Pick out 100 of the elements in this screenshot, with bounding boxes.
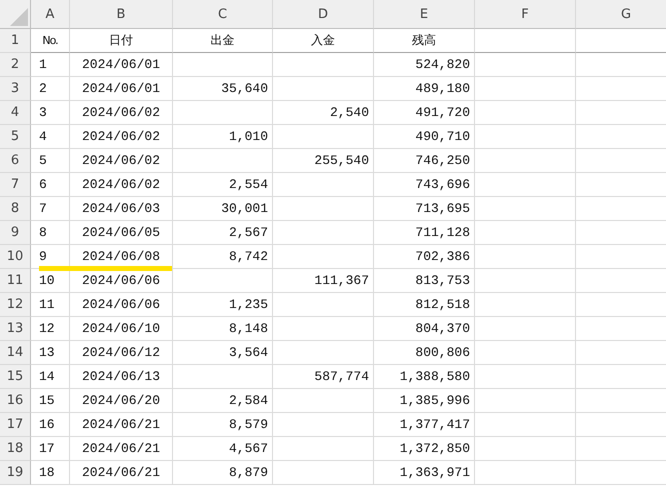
row-header[interactable]: 14	[0, 341, 31, 365]
row-header[interactable]: 15	[0, 365, 31, 389]
table-cell: 5	[39, 153, 47, 168]
table-cell: 111,367	[314, 273, 369, 288]
table-cell: 2024/06/02	[82, 153, 160, 168]
table-cell: 3,564	[228, 345, 268, 360]
table-cell: 14	[39, 369, 55, 384]
row-header[interactable]: 1	[0, 29, 31, 53]
table-cell: 2024/06/21	[82, 441, 160, 456]
table-cell: 711,128	[415, 225, 470, 240]
table-cell: 1,010	[228, 129, 268, 144]
row-header[interactable]: 16	[0, 389, 31, 413]
table-cell: 8,148	[228, 321, 268, 336]
table-cell: 35,640	[221, 81, 268, 96]
table-cell: 2024/06/10	[82, 321, 160, 336]
row-header[interactable]: 13	[0, 317, 31, 341]
table-cell: No.	[42, 34, 58, 47]
column-header[interactable]: G	[576, 0, 666, 29]
table-cell: 出金	[210, 32, 234, 49]
row-header[interactable]: 8	[0, 197, 31, 221]
table-cell: 2024/06/13	[82, 369, 160, 384]
table-cell: 16	[39, 417, 55, 432]
table-cell: 7	[39, 201, 47, 216]
table-cell: 1,377,417	[400, 417, 470, 432]
table-cell: 2024/06/08	[82, 249, 160, 264]
column-header[interactable]: A	[31, 0, 70, 29]
table-cell: 524,820	[415, 57, 470, 72]
table-cell: 9	[39, 249, 47, 264]
table-cell: 2024/06/05	[82, 225, 160, 240]
row-header[interactable]: 11	[0, 269, 31, 293]
table-cell: 813,753	[415, 273, 470, 288]
table-cell: 8	[39, 225, 47, 240]
table-cell: 491,720	[415, 105, 470, 120]
table-cell: 743,696	[415, 177, 470, 192]
row-header[interactable]: 12	[0, 293, 31, 317]
table-cell: 490,710	[415, 129, 470, 144]
table-cell: 4,567	[228, 441, 268, 456]
column-header[interactable]: C	[173, 0, 273, 29]
table-cell: 2,584	[228, 393, 268, 408]
table-cell: 8,879	[228, 465, 268, 480]
table-cell: 18	[39, 465, 55, 480]
table-cell: 2024/06/01	[82, 57, 160, 72]
table-cell: 13	[39, 345, 55, 360]
table-cell: 8,579	[228, 417, 268, 432]
table-cell: 2024/06/01	[82, 81, 160, 96]
table-cell: 6	[39, 177, 47, 192]
row-header[interactable]: 18	[0, 437, 31, 461]
table-cell: 2024/06/03	[82, 201, 160, 216]
column-header[interactable]: E	[374, 0, 475, 29]
row-header[interactable]: 3	[0, 77, 31, 101]
row-header[interactable]: 5	[0, 125, 31, 149]
table-cell: 2024/06/02	[82, 105, 160, 120]
table-cell: 10	[39, 273, 55, 288]
table-cell: 日付	[109, 32, 133, 49]
column-header[interactable]: F	[475, 0, 576, 29]
table-cell: 残高	[412, 32, 436, 49]
table-cell: 587,774	[314, 369, 369, 384]
table-cell: 713,695	[415, 201, 470, 216]
row-header[interactable]: 19	[0, 461, 31, 485]
table-cell: 1,385,996	[400, 393, 470, 408]
table-cell: 702,386	[415, 249, 470, 264]
table-cell: 12	[39, 321, 55, 336]
table-cell: 2024/06/12	[82, 345, 160, 360]
table-cell: 489,180	[415, 81, 470, 96]
table-cell: 746,250	[415, 153, 470, 168]
table-cell: 1,363,971	[400, 465, 470, 480]
table-cell: 1,388,580	[400, 369, 470, 384]
table-cell: 2024/06/06	[82, 297, 160, 312]
row-header[interactable]: 9	[0, 221, 31, 245]
table-cell: 2024/06/21	[82, 465, 160, 480]
row-header[interactable]: 7	[0, 173, 31, 197]
table-cell: 入金	[311, 32, 335, 49]
table-cell: 17	[39, 441, 55, 456]
table-cell: 4	[39, 129, 47, 144]
row-header[interactable]: 2	[0, 53, 31, 77]
table-cell: 1	[39, 57, 47, 72]
table-cell: 2	[39, 81, 47, 96]
row-header[interactable]: 4	[0, 101, 31, 125]
column-header[interactable]: D	[273, 0, 374, 29]
row-header[interactable]: 10	[0, 245, 31, 269]
table-cell: 2,554	[228, 177, 268, 192]
column-header[interactable]: B	[70, 0, 173, 29]
table-cell: 2,567	[228, 225, 268, 240]
table-cell: 15	[39, 393, 55, 408]
table-cell: 255,540	[314, 153, 369, 168]
table-cell: 2024/06/06	[82, 273, 160, 288]
table-cell: 804,370	[415, 321, 470, 336]
table-cell: 3	[39, 105, 47, 120]
table-cell: 1,372,850	[400, 441, 470, 456]
table-cell: 2024/06/21	[82, 417, 160, 432]
table-cell: 30,001	[221, 201, 268, 216]
table-cell: 11	[39, 297, 55, 312]
row-header[interactable]: 17	[0, 413, 31, 437]
table-cell: 8,742	[228, 249, 268, 264]
table-cell: 2024/06/20	[82, 393, 160, 408]
table-cell: 2024/06/02	[82, 177, 160, 192]
table-cell: 1,235	[228, 297, 268, 312]
table-cell: 812,518	[415, 297, 470, 312]
row-header[interactable]: 6	[0, 149, 31, 173]
select-all-icon[interactable]	[10, 8, 28, 26]
